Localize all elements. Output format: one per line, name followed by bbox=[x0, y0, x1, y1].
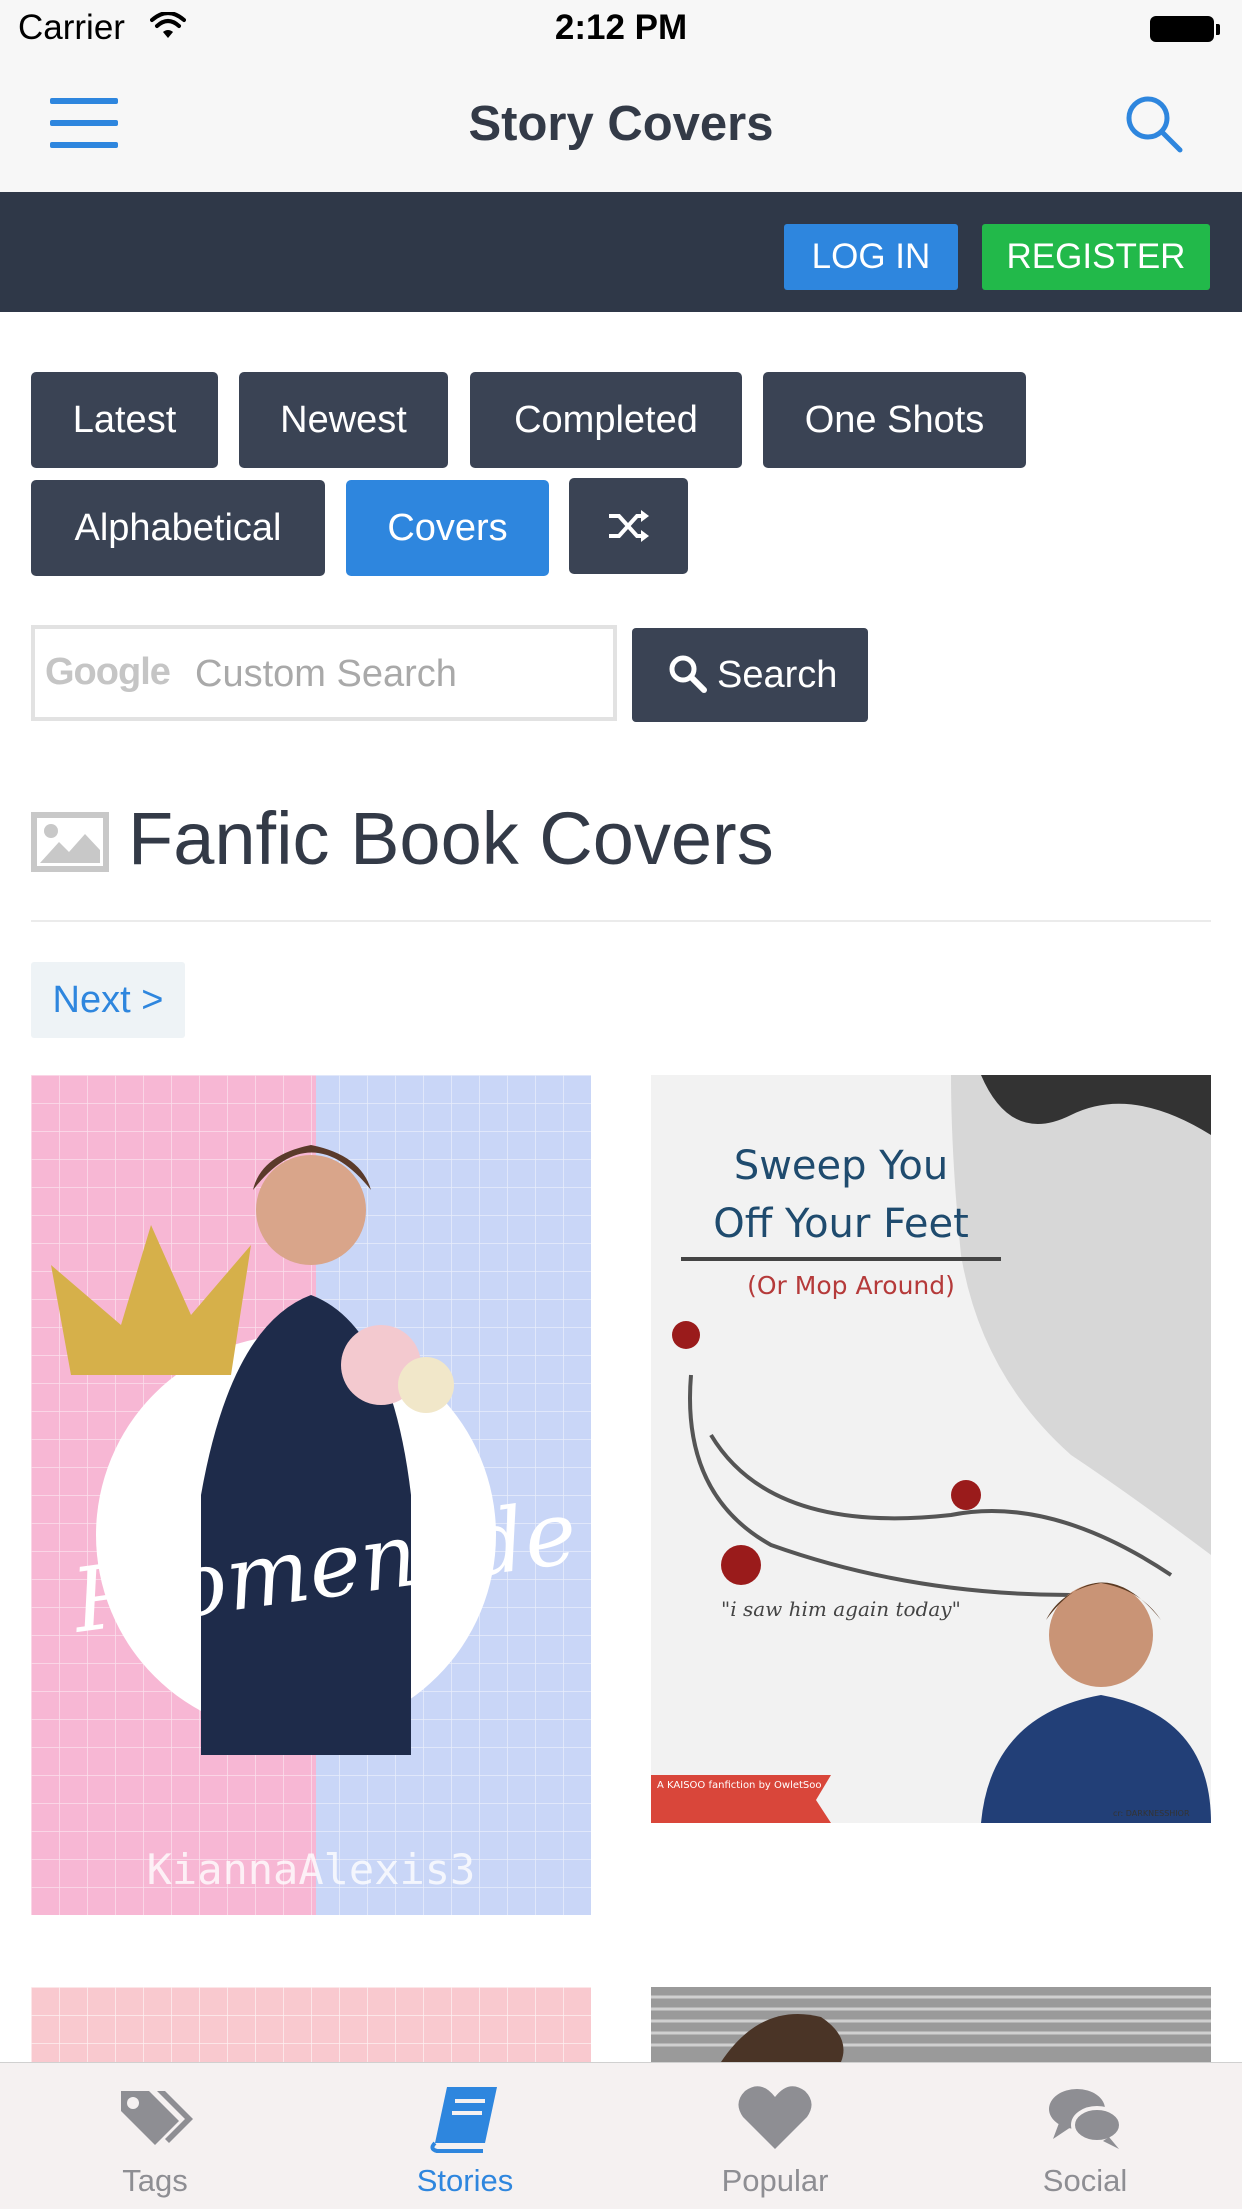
book-cover-3[interactable] bbox=[31, 1987, 591, 2062]
cover-title-line1: Sweep You bbox=[733, 1143, 949, 1189]
title-underline bbox=[681, 1257, 1001, 1261]
page-heading: Fanfic Book Covers bbox=[128, 797, 774, 880]
tab-popular[interactable]: Popular bbox=[620, 2063, 930, 2209]
filter-latest[interactable]: Latest bbox=[31, 372, 218, 468]
auth-bar: LOG IN REGISTER bbox=[0, 192, 1242, 312]
filter-completed[interactable]: Completed bbox=[470, 372, 742, 468]
filter-newest[interactable]: Newest bbox=[239, 372, 448, 468]
tab-social[interactable]: Social bbox=[930, 2063, 1240, 2209]
tab-label: Stories bbox=[416, 2163, 514, 2198]
search-placeholder: Custom Search bbox=[195, 653, 457, 695]
book-cover-sweep-you[interactable]: Sweep You Off Your Feet (Or Mop Around) … bbox=[651, 1075, 1211, 1823]
filter-one-shots[interactable]: One Shots bbox=[763, 372, 1026, 468]
status-time: 2:12 PM bbox=[554, 8, 688, 47]
cover-banner: A KAISOO fanfiction by OwletSoo bbox=[657, 1780, 822, 1791]
navigation-bar: Story Covers bbox=[0, 62, 1242, 193]
book-icon bbox=[430, 2087, 497, 2153]
tab-tags[interactable]: Tags bbox=[0, 2063, 310, 2209]
tab-label: Tags bbox=[122, 2163, 188, 2198]
tags-icon bbox=[121, 2091, 193, 2145]
shuffle-button[interactable] bbox=[569, 478, 688, 574]
cover-credit: cr: DARKNESSHIOR bbox=[1113, 1809, 1190, 1818]
battery-icon bbox=[1150, 16, 1220, 44]
book-cover-promenade[interactable]: Promenade KiannaAlexis3 bbox=[31, 1075, 591, 1915]
cover-artwork bbox=[651, 1987, 1211, 2062]
search-icon[interactable] bbox=[1122, 92, 1184, 154]
filter-covers[interactable]: Covers bbox=[346, 480, 549, 576]
google-logo: Google bbox=[45, 651, 171, 693]
next-page-button[interactable]: Next > bbox=[31, 962, 185, 1038]
heart-icon bbox=[738, 2086, 812, 2149]
login-button[interactable]: LOG IN bbox=[784, 224, 958, 290]
search-button[interactable]: Search bbox=[632, 628, 868, 722]
chat-bubbles-icon bbox=[1049, 2089, 1123, 2149]
shuffle-icon bbox=[608, 510, 649, 542]
tab-bar: Tags Stories Popular Social bbox=[0, 2062, 1242, 2209]
cover-title-line2: Off Your Feet bbox=[713, 1201, 969, 1247]
book-cover-4[interactable] bbox=[651, 1987, 1211, 2062]
search-input[interactable]: Google Custom Search bbox=[31, 625, 617, 721]
tab-stories[interactable]: Stories bbox=[310, 2063, 620, 2209]
cover-quote: "i saw him again today" bbox=[721, 1597, 961, 1621]
cover-artwork bbox=[31, 1987, 591, 2062]
image-icon bbox=[31, 812, 109, 872]
divider bbox=[31, 920, 1211, 922]
filter-alphabetical[interactable]: Alphabetical bbox=[31, 480, 325, 576]
tab-label: Social bbox=[1042, 2163, 1128, 2198]
register-button[interactable]: REGISTER bbox=[982, 224, 1210, 290]
tab-label: Popular bbox=[721, 2163, 829, 2198]
page-title: Story Covers bbox=[468, 97, 774, 151]
cover-subtitle: (Or Mop Around) bbox=[747, 1271, 955, 1300]
cover-author: KiannaAlexis3 bbox=[146, 1845, 476, 1894]
status-bar: Carrier 2:12 PM bbox=[0, 0, 1242, 62]
search-button-label: Search bbox=[717, 654, 838, 696]
magnifier-icon bbox=[669, 655, 707, 693]
